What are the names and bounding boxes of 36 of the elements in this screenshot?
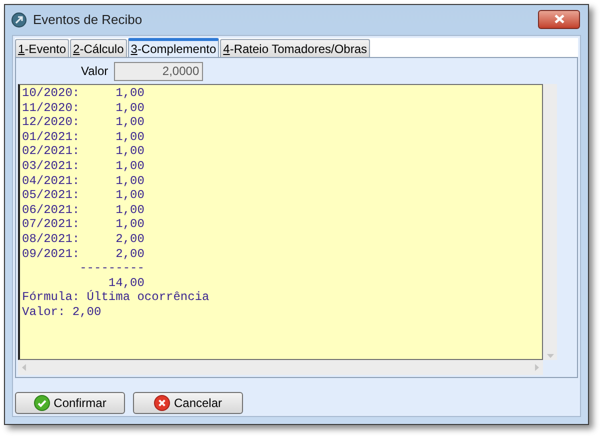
memo-line: 12/2020: 1,00: [22, 115, 144, 130]
memo-line: 11/2020: 1,00: [22, 100, 144, 116]
close-icon: [154, 395, 170, 411]
close-button[interactable]: [538, 10, 580, 28]
memo-line: Valor: 2,00: [22, 304, 102, 320]
memo-line: 08/2021: 2,00: [22, 232, 144, 247]
memo-line: 01/2021: 1,00: [22, 130, 144, 144]
field-label: Valor: [81, 63, 108, 80]
memo-line: ---------: [78, 261, 144, 276]
app-icon: [11, 12, 27, 28]
vertical-scrollbar[interactable]: [543, 84, 557, 360]
memo-line: 06/2021: 1,00: [22, 202, 144, 218]
dialog-button[interactable]: Confirmar: [15, 392, 125, 414]
memo-line: 04/2021: 1,00: [22, 174, 144, 188]
horizontal-scrollbar[interactable]: [18, 360, 543, 375]
memo-line: 07/2021: 1,00: [22, 217, 144, 232]
tab[interactable]: 1-Evento: [15, 39, 70, 57]
tab[interactable]: 2-Cálculo: [70, 39, 127, 57]
scroll-left-icon: [22, 364, 26, 371]
memo-line: 09/2021: 2,00: [22, 246, 144, 262]
close-icon: [554, 14, 564, 24]
memo-box[interactable]: [18, 84, 543, 360]
dialog-button[interactable]: Cancelar: [133, 392, 243, 414]
tab[interactable]: 3-Complemento: [128, 38, 220, 57]
scroll-down-icon: [546, 354, 554, 358]
memo-line: Fórmula: Última ocorrência: [22, 290, 210, 305]
memo-line: 02/2021: 1,00: [22, 144, 144, 159]
memo-line: 10/2020: 1,00: [22, 86, 144, 101]
scroll-right-icon: [535, 364, 539, 371]
memo-line: 14,00: [107, 276, 144, 290]
valor-field[interactable]: 2,0000: [114, 62, 204, 80]
memo-line: 03/2021: 1,00: [22, 158, 144, 174]
tab[interactable]: 4-Rateio Tomadores/Obras: [220, 39, 370, 57]
window-title: Eventos de Recibo: [33, 11, 142, 30]
check-icon: [34, 395, 50, 411]
memo-line: 05/2021: 1,00: [22, 188, 144, 203]
